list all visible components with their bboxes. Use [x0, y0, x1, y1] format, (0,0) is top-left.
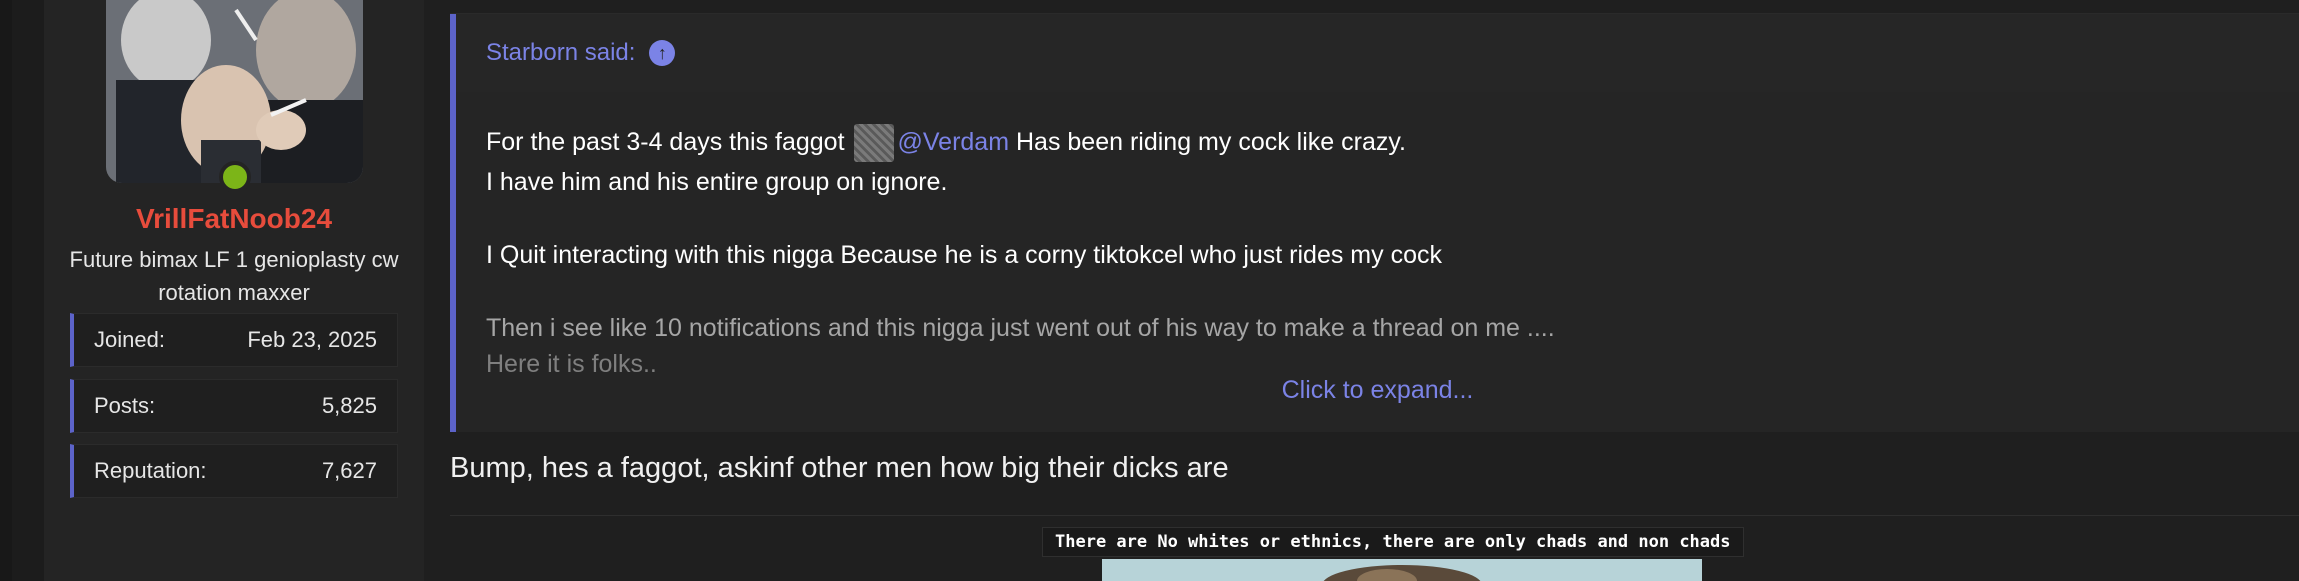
post-reply-text: Bump, hes a faggot, askinf other men how… — [450, 452, 1229, 484]
stat-value: 7,627 — [321, 458, 377, 483]
signature-divider — [450, 515, 2299, 516]
quote-author[interactable]: Starborn said: — [486, 39, 635, 67]
stat-value: 5,825 — [321, 393, 377, 418]
stat-label: Posts: — [94, 393, 156, 418]
stat-label: Reputation: — [94, 458, 207, 483]
username[interactable]: VrillFatNoob24 — [44, 203, 424, 235]
quote-body: For the past 3-4 days this faggot @Verda… — [486, 122, 2259, 384]
signature-caption: There are No whites or ethnics, there ar… — [1042, 527, 1744, 557]
mention-avatar-icon[interactable] — [853, 124, 894, 163]
quote-text: Has been riding my cock like crazy. — [1016, 128, 1406, 156]
arrow-up-circle-icon[interactable]: ↑ — [649, 40, 676, 66]
avatar-image — [106, 0, 363, 183]
online-status-dot — [219, 161, 251, 193]
stat-value: Feb 23, 2025 — [247, 327, 377, 352]
quote-line: For the past 3-4 days this faggot @Verda… — [486, 122, 2259, 163]
quote-author-link[interactable]: Starborn said: ↑ — [486, 39, 676, 67]
expand-quote-link[interactable]: Click to expand... — [456, 376, 2299, 405]
user-mention-link[interactable]: @Verdam — [898, 128, 1010, 156]
quote-line: Then i see like 10 notifications and thi… — [486, 314, 1555, 343]
signature-image — [1102, 559, 1702, 581]
page-edge — [0, 0, 12, 581]
stat-reputation: Reputation: 7,627 — [70, 444, 398, 498]
quote-line: I Quit interacting with this nigga Becau… — [486, 241, 1442, 270]
quote-block: Starborn said: ↑ For the past 3-4 days t… — [450, 14, 2299, 432]
stat-posts: Posts: 5,825 — [70, 379, 398, 433]
stat-label: Joined: — [94, 327, 165, 352]
user-title: Future bimax LF 1 genioplasty cw rotatio… — [69, 247, 399, 305]
page-gutter — [12, 0, 44, 581]
quote-header: Starborn said: ↑ — [456, 14, 2299, 92]
stat-joined: Joined: Feb 23, 2025 — [70, 313, 398, 367]
avatar[interactable] — [106, 0, 363, 183]
quote-text: For the past 3-4 days this faggot — [486, 128, 845, 156]
quote-line: I have him and his entire group on ignor… — [486, 168, 948, 197]
